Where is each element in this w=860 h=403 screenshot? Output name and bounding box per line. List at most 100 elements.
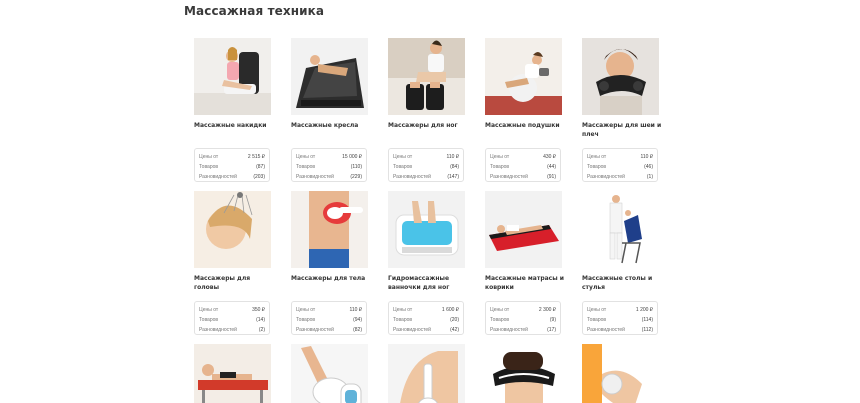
stat-value: (114) [641,317,653,323]
stat-row-price: Цены от 2 300 ₽ [490,305,556,315]
stat-row-price: Цены от 110 ₽ [587,152,653,162]
stat-label: Товаров [587,317,607,323]
category-title[interactable]: Массажные столы и стулья [582,275,664,292]
category-image[interactable] [582,344,659,403]
stat-label: Цены от [199,307,219,313]
stat-value: 1 200 ₽ [635,307,653,313]
stat-row-variants: Разновидностей (203) [199,172,265,182]
stat-row-price: Цены от 1 200 ₽ [587,305,653,315]
category-title[interactable]: Массажеры для головы [194,275,276,292]
stat-label: Разновидностей [587,174,625,180]
stat-row-price: Цены от 350 ₽ [199,305,265,315]
category-stats: Цены от 430 ₽ Товаров (44) Разновидностей (91… [485,148,561,182]
stat-value: 110 ₽ [349,307,362,313]
stat-value: (91) [547,174,556,180]
stat-label: Цены от [587,154,607,160]
stat-label: Товаров [490,164,510,170]
category-stats: Цены от 1 200 ₽ Товаров (114) Разновидностей… [582,301,658,335]
stat-row-variants: Разновидностей (2) [199,325,265,335]
stat-row-variants: Разновидностей (1) [587,172,653,182]
stat-value: (110) [350,164,362,170]
stat-value: (84) [450,164,459,170]
stat-row-goods: Товаров (20) [393,315,459,325]
stat-row-goods: Товаров (84) [393,162,459,172]
category-image[interactable] [388,38,465,115]
stat-label: Разновидностей [296,174,334,180]
category-image[interactable] [388,344,465,403]
category-image[interactable] [194,344,271,403]
stat-row-variants: Разновидностей (42) [393,325,459,335]
stat-row-price: Цены от 2 515 ₽ [199,152,265,162]
stat-label: Разновидностей [393,174,431,180]
stat-value: 2 300 ₽ [538,307,556,313]
stat-label: Товаров [587,164,607,170]
category-title[interactable]: Массажные кресла [291,122,373,131]
category-stats: Цены от 350 ₽ Товаров (14) Разновидностей (2) [194,301,270,335]
stat-label: Разновидностей [490,327,528,333]
stat-label: Цены от [490,154,510,160]
category-image[interactable] [291,191,368,268]
category-title[interactable]: Массажные накидки [194,122,276,131]
stat-value: (14) [256,317,265,323]
stat-value: (82) [353,327,362,333]
stat-label: Цены от [490,307,510,313]
category-image[interactable] [194,191,271,268]
category-image[interactable] [582,38,659,115]
stat-value: (147) [447,174,459,180]
category-stats: Цены от 110 ₽ Товаров (84) Разновидностей (14… [388,148,464,182]
category-image[interactable] [291,38,368,115]
stat-value: (203) [253,174,265,180]
category-title[interactable]: Массажные матрасы и коврики [485,275,567,292]
stat-label: Товаров [393,317,413,323]
category-title[interactable]: Гидромассажные ванночки для ног [388,275,470,292]
stat-label: Разновидностей [296,327,334,333]
stat-label: Разновидностей [199,327,237,333]
category-image[interactable] [388,191,465,268]
stat-row-variants: Разновидностей (112) [587,325,653,335]
category-title[interactable]: Массажеры для тела [291,275,373,284]
stat-value: (9) [549,317,556,323]
stat-value: (42) [450,327,459,333]
stat-row-goods: Товаров (94) [296,315,362,325]
category-image[interactable] [582,191,659,268]
category-stats: Цены от 1 600 ₽ Товаров (20) Разновидностей (… [388,301,464,335]
category-title[interactable]: Массажеры для ног [388,122,470,131]
stat-row-variants: Разновидностей (229) [296,172,362,182]
category-title[interactable]: Массажные подушки [485,122,567,131]
category-stats: Цены от 2 515 ₽ Товаров (87) Разновидностей (… [194,148,270,182]
stat-value: 350 ₽ [252,307,265,313]
stat-label: Цены от [296,307,316,313]
stat-value: (87) [256,164,265,170]
stat-value: (112) [641,327,653,333]
stat-value: 110 ₽ [640,154,653,160]
stat-value: (44) [547,164,556,170]
category-image[interactable] [485,344,562,403]
stat-value: (1) [646,174,653,180]
category-stats: Цены от 2 300 ₽ Товаров (9) Разновидностей (1… [485,301,561,335]
stat-row-variants: Разновидностей (147) [393,172,459,182]
page-title: Массажная техника [184,4,325,18]
stat-value: (229) [350,174,362,180]
stat-label: Товаров [393,164,413,170]
stat-label: Товаров [199,317,219,323]
stat-row-variants: Разновидностей (91) [490,172,556,182]
stat-value: 2 515 ₽ [247,154,265,160]
stat-value: 15 000 ₽ [342,154,362,160]
category-image[interactable] [485,38,562,115]
category-image[interactable] [194,38,271,115]
stat-row-price: Цены от 430 ₽ [490,152,556,162]
stat-row-goods: Товаров (114) [587,315,653,325]
category-title[interactable]: Массажеры для шеи и плеч [582,122,664,139]
stat-label: Цены от [296,154,316,160]
stat-row-price: Цены от 1 600 ₽ [393,305,459,315]
stat-row-price: Цены от 110 ₽ [393,152,459,162]
stat-row-price: Цены от 110 ₽ [296,305,362,315]
stat-label: Товаров [490,317,510,323]
stat-value: (17) [547,327,556,333]
stat-row-goods: Товаров (110) [296,162,362,172]
stat-value: (94) [353,317,362,323]
stat-row-goods: Товаров (87) [199,162,265,172]
category-image[interactable] [485,191,562,268]
stat-value: (2) [258,327,265,333]
category-image[interactable] [291,344,368,403]
